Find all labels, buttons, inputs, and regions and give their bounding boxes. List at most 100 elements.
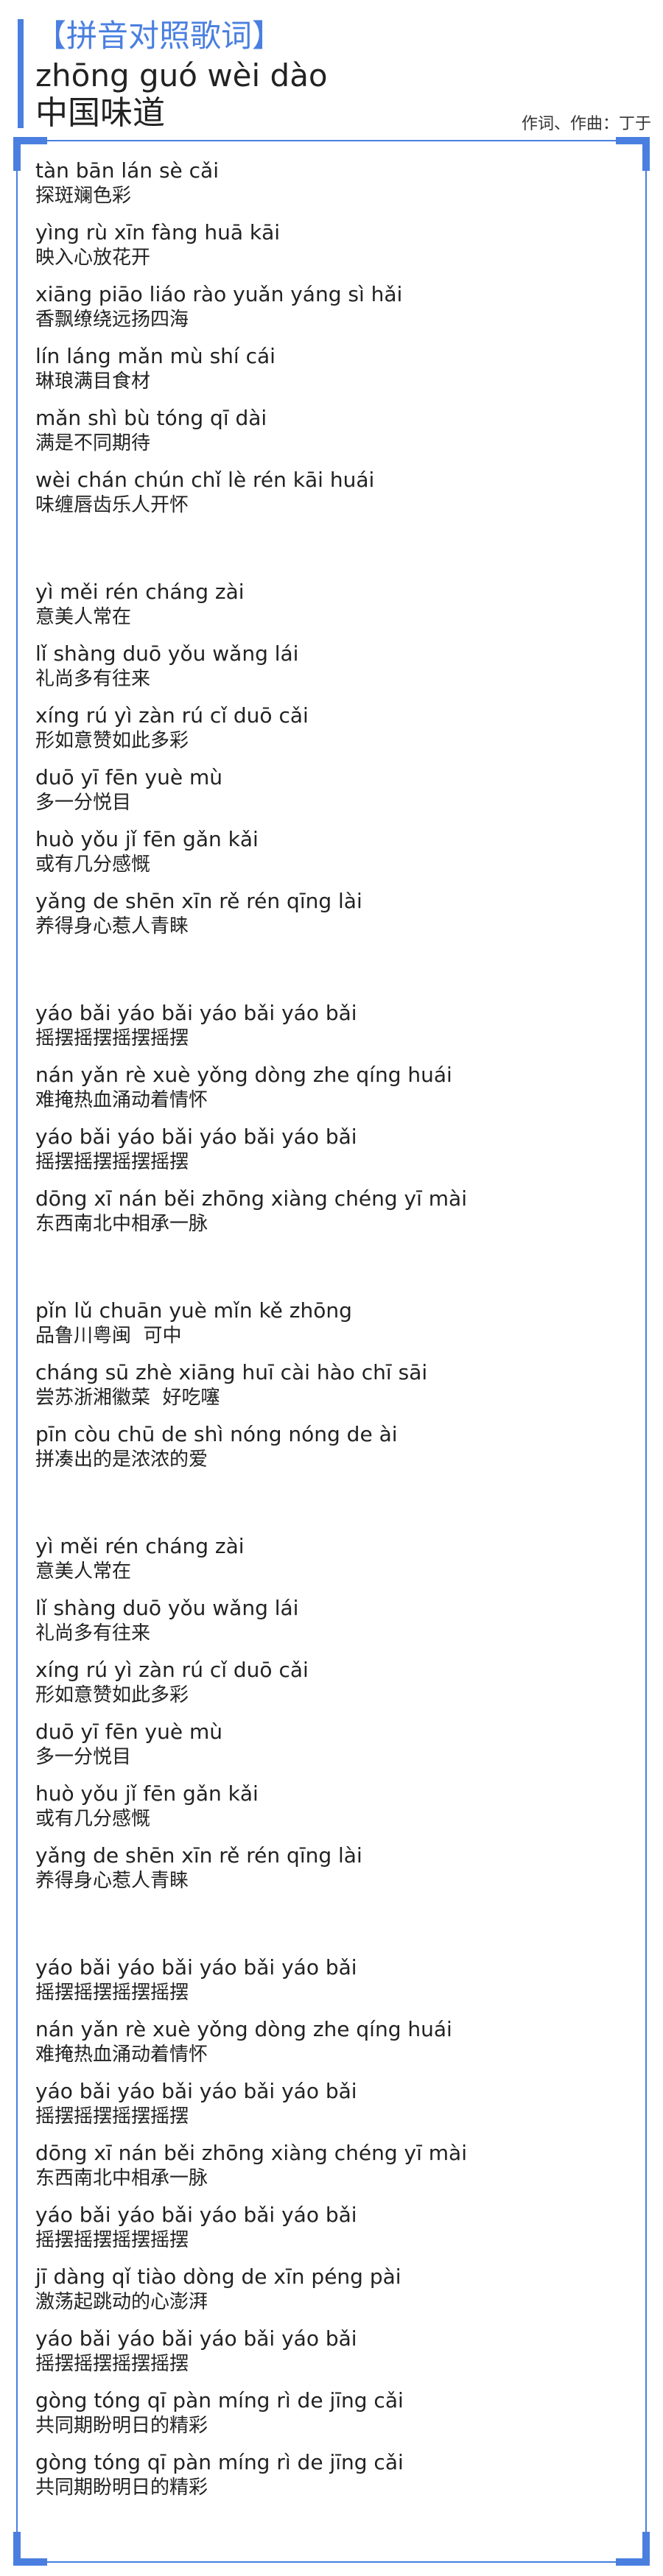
lyric-line: tàn bān lán sè cǎi 探斑斓色彩	[35, 158, 625, 208]
lyric-pinyin: duō yī fēn yuè mù	[35, 1720, 222, 1744]
lyric-pinyin: lín láng mǎn mù shí cái	[35, 344, 276, 368]
lyric-hanzi: 映入心放花开	[35, 247, 151, 269]
lyric-hanzi: 礼尚多有往来	[35, 668, 151, 690]
lyric-pinyin: cháng sū zhè xiāng huī cài hào chī sāi	[35, 1360, 428, 1384]
lyric-pinyin: pǐn lǔ chuān yuè mǐn kě zhōng	[35, 1298, 352, 1323]
lyric-hanzi: 尝苏浙湘徽菜 好吃噻	[35, 1387, 220, 1409]
lyric-line: pǐn lǔ chuān yuè mǐn kě zhōng 品鲁川粤闽 可中	[35, 1298, 625, 1348]
lyric-hanzi: 形如意赞如此多彩	[35, 1684, 189, 1706]
lyric-hanzi: 摇摆摇摆摇摆摇摆	[35, 2229, 189, 2251]
lyric-line: duō yī fēn yuè mù 多一分悦目	[35, 764, 625, 814]
lyric-line: yǎng de shēn xīn rě rén qīng lài 养得身心惹人青睐	[35, 888, 625, 938]
lyric-pinyin: huò yǒu jǐ fēn gǎn kǎi	[35, 1781, 259, 1806]
lyric-hanzi: 香飘缭绕远扬四海	[35, 309, 189, 331]
lyric-stanza: yáo bǎi yáo bǎi yáo bǎi yáo bǎi 摇摆摇摆摇摆摇摆 n…	[35, 1000, 625, 1236]
lyric-line: gòng tóng qī pàn míng rì de jīng cǎi 共同期盼…	[35, 2449, 625, 2499]
lyric-hanzi: 味缠唇齿乐人开怀	[35, 494, 189, 516]
lyric-hanzi: 共同期盼明日的精彩	[35, 2477, 208, 2499]
lyric-line: jī dàng qǐ tiào dòng de xīn péng pài 激荡起跳…	[35, 2264, 625, 2314]
lyric-pinyin: gòng tóng qī pàn míng rì de jīng cǎi	[35, 2450, 404, 2474]
lyric-hanzi: 养得身心惹人青睐	[35, 1870, 189, 1892]
song-title-pinyin: zhōng guó wèi dào	[35, 57, 328, 94]
lyric-pinyin: yìng rù xīn fàng huā kāi	[35, 220, 281, 244]
lyric-hanzi: 激荡起跳动的心澎湃	[35, 2291, 208, 2313]
lyric-line: nán yǎn rè xuè yǒng dòng zhe qíng huái 难掩…	[35, 1062, 625, 1112]
lyric-line: yì měi rén cháng zài 意美人常在	[35, 579, 625, 629]
lyric-line: yáo bǎi yáo bǎi yáo bǎi yáo bǎi 摇摆摇摆摇摆摇摆	[35, 2202, 625, 2252]
lyric-line: yáo bǎi yáo bǎi yáo bǎi yáo bǎi 摇摆摇摆摇摆摇摆	[35, 1000, 625, 1050]
lyric-pinyin: nán yǎn rè xuè yǒng dòng zhe qíng huái	[35, 1063, 452, 1087]
lyric-pinyin: yáo bǎi yáo bǎi yáo bǎi yáo bǎi	[35, 2326, 357, 2351]
lyric-stanza: yì měi rén cháng zài 意美人常在 lǐ shàng duō yǒ…	[35, 579, 625, 938]
header: 【拼音对照歌词】 zhōng guó wèi dào 中国味道 作词、作曲：丁于	[18, 15, 651, 133]
lyric-hanzi: 摇摆摇摆摇摆摇摆	[35, 1027, 189, 1049]
lyric-line: yáo bǎi yáo bǎi yáo bǎi yáo bǎi 摇摆摇摆摇摆摇摆	[35, 2078, 625, 2128]
lyric-line: mǎn shì bù tóng qī dài 满是不同期待	[35, 405, 625, 455]
lyric-hanzi: 摇摆摇摆摇摆摇摆	[35, 1982, 189, 2004]
lyric-line: gòng tóng qī pàn míng rì de jīng cǎi 共同期盼…	[35, 2387, 625, 2438]
lyric-line: dōng xī nán běi zhōng xiàng chéng yī mài…	[35, 1186, 625, 1236]
lyric-line: yìng rù xīn fàng huā kāi 映入心放花开	[35, 219, 625, 270]
lyric-hanzi: 摇摆摇摆摇摆摇摆	[35, 2105, 189, 2128]
lyric-line: dōng xī nán běi zhōng xiàng chéng yī mài…	[35, 2140, 625, 2190]
song-credits: 作词、作曲：丁于	[521, 115, 651, 133]
lyric-line: duō yī fēn yuè mù 多一分悦目	[35, 1719, 625, 1769]
lyric-stanza: pǐn lǔ chuān yuè mǐn kě zhōng 品鲁川粤闽 可中 chá…	[35, 1298, 625, 1471]
lyric-hanzi: 礼尚多有往来	[35, 1622, 151, 1644]
lyric-hanzi: 养得身心惹人青睐	[35, 915, 189, 937]
lyric-line: lǐ shàng duō yǒu wǎng lái 礼尚多有往来	[35, 1595, 625, 1645]
lyric-pinyin: dōng xī nán běi zhōng xiàng chéng yī mài	[35, 2141, 467, 2165]
lyric-hanzi: 或有几分感慨	[35, 1808, 151, 1830]
lyric-hanzi: 或有几分感慨	[35, 854, 151, 876]
lyric-pinyin: yì měi rén cháng zài	[35, 1534, 245, 1558]
lyric-line: lǐ shàng duō yǒu wǎng lái 礼尚多有往来	[35, 641, 625, 691]
lyric-pinyin: mǎn shì bù tóng qī dài	[35, 406, 267, 430]
lyric-line: yì měi rén cháng zài 意美人常在	[35, 1533, 625, 1583]
lyric-pinyin: yáo bǎi yáo bǎi yáo bǎi yáo bǎi	[35, 1125, 357, 1149]
song-title: 中国味道	[35, 94, 165, 132]
lyric-pinyin: yáo bǎi yáo bǎi yáo bǎi yáo bǎi	[35, 1955, 357, 1979]
lyric-pinyin: pīn còu chū de shì nóng nóng de ài	[35, 1422, 398, 1446]
lyric-pinyin: lǐ shàng duō yǒu wǎng lái	[35, 641, 299, 666]
lyric-pinyin: tàn bān lán sè cǎi	[35, 158, 219, 183]
lyric-pinyin: xiāng piāo liáo rào yuǎn yáng sì hǎi	[35, 282, 403, 306]
lyric-line: yǎng de shēn xīn rě rén qīng lài 养得身心惹人青睐	[35, 1843, 625, 1893]
lyrics-body: tàn bān lán sè cǎi 探斑斓色彩 yìng rù xīn fàng …	[35, 158, 625, 2561]
lyric-stanza: yì měi rén cháng zài 意美人常在 lǐ shàng duō yǒ…	[35, 1533, 625, 1893]
lyric-pinyin: nán yǎn rè xuè yǒng dòng zhe qíng huái	[35, 2017, 452, 2041]
lyric-hanzi: 拼凑出的是浓浓的爱	[35, 1449, 208, 1471]
lyric-pinyin: huò yǒu jǐ fēn gǎn kǎi	[35, 827, 259, 851]
lyric-pinyin: yáo bǎi yáo bǎi yáo bǎi yáo bǎi	[35, 1001, 357, 1025]
lyric-hanzi: 琳琅满目食材	[35, 370, 151, 393]
lyric-pinyin: lǐ shàng duō yǒu wǎng lái	[35, 1596, 299, 1620]
lyric-pinyin: xíng rú yì zàn rú cǐ duō cǎi	[35, 703, 309, 728]
lyric-hanzi: 探斑斓色彩	[35, 185, 132, 207]
lyric-hanzi: 共同期盼明日的精彩	[35, 2415, 208, 2437]
lyric-hanzi: 摇摆摇摆摇摆摇摆	[35, 1151, 189, 1173]
lyric-line: yáo bǎi yáo bǎi yáo bǎi yáo bǎi 摇摆摇摆摇摆摇摆	[35, 2326, 625, 2376]
lyric-line: wèi chán chún chǐ lè rén kāi huái 味缠唇齿乐人开…	[35, 467, 625, 517]
lyric-line: huò yǒu jǐ fēn gǎn kǎi 或有几分感慨	[35, 826, 625, 876]
lyric-hanzi: 东西南北中相承一脉	[35, 2167, 208, 2189]
lyric-line: pīn còu chū de shì nóng nóng de ài 拼凑出的是浓…	[35, 1421, 625, 1471]
lyric-line: cháng sū zhè xiāng huī cài hào chī sāi 尝苏…	[35, 1359, 625, 1410]
lyric-pinyin: jī dàng qǐ tiào dòng de xīn péng pài	[35, 2264, 401, 2289]
lyric-line: yáo bǎi yáo bǎi yáo bǎi yáo bǎi 摇摆摇摆摇摆摇摆	[35, 1124, 625, 1174]
lyric-line: lín láng mǎn mù shí cái 琳琅满目食材	[35, 343, 625, 393]
lyric-pinyin: yì měi rén cháng zài	[35, 580, 245, 604]
lyric-pinyin: yǎng de shēn xīn rě rén qīng lài	[35, 889, 362, 913]
lyric-hanzi: 难掩热血涌动着情怀	[35, 1089, 208, 1111]
lyric-hanzi: 难掩热血涌动着情怀	[35, 2044, 208, 2066]
lyric-line: yáo bǎi yáo bǎi yáo bǎi yáo bǎi 摇摆摇摆摇摆摇摆	[35, 1954, 625, 2005]
lyric-pinyin: wèi chán chún chǐ lè rén kāi huái	[35, 468, 375, 492]
lyric-line: xiāng piāo liáo rào yuǎn yáng sì hǎi 香飘缭绕…	[35, 281, 625, 331]
lyric-line: xíng rú yì zàn rú cǐ duō cǎi 形如意赞如此多彩	[35, 1657, 625, 1707]
lyric-pinyin: dōng xī nán běi zhōng xiàng chéng yī mài	[35, 1186, 467, 1211]
lyric-hanzi: 东西南北中相承一脉	[35, 1213, 208, 1235]
lyric-hanzi: 形如意赞如此多彩	[35, 730, 189, 752]
lyric-hanzi: 多一分悦目	[35, 792, 132, 814]
lyric-hanzi: 满是不同期待	[35, 432, 151, 454]
lyric-hanzi: 品鲁川粤闽 可中	[35, 1325, 182, 1347]
lyric-line: xíng rú yì zàn rú cǐ duō cǎi 形如意赞如此多彩	[35, 703, 625, 753]
lyrics-tag-title: 【拼音对照歌词】	[35, 18, 284, 54]
